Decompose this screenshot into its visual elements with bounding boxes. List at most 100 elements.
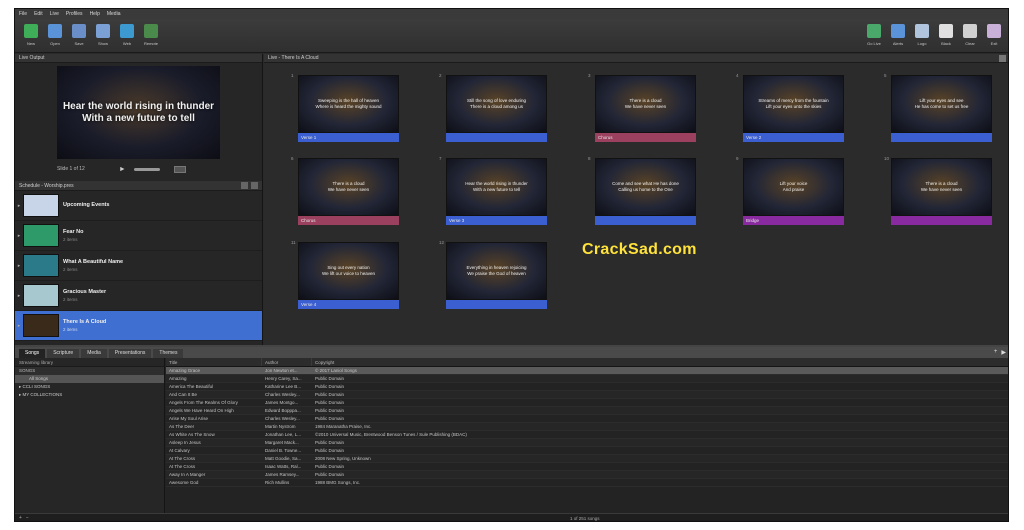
table-row[interactable]: And Can It Be Charles Wesley... Public Dom… [166, 391, 1008, 399]
slide-counter: Slide 1 of 12 [57, 166, 85, 172]
open-button[interactable]: Open [45, 22, 65, 50]
list-view-icon[interactable] [251, 182, 258, 189]
logo-button[interactable]: Logo [912, 22, 932, 50]
column-author[interactable]: Author [262, 358, 312, 366]
show-button[interactable]: Show [93, 22, 113, 50]
table-row[interactable]: America The Beautiful Katharine Lee B... P… [166, 383, 1008, 391]
tree-item-ccli[interactable]: ▸ CCLI SONGS [15, 383, 164, 391]
expand-icon[interactable]: ▸ [15, 203, 23, 209]
tree-item-all-songs[interactable]: All Songs [15, 375, 164, 383]
slide-thumbnail[interactable]: 3 There is a cloud We have never seen Chor… [588, 73, 696, 142]
table-row[interactable]: Awesome God Rich Mullins 1988 BMG Songs, I… [166, 479, 1008, 487]
tab-scripture[interactable]: Scripture [47, 349, 80, 358]
go-live-button[interactable]: Go Live [864, 22, 884, 50]
slide-thumbnail[interactable]: 4 Streams of mercy from the fountain Lift… [736, 73, 844, 142]
menu-edit[interactable]: Edit [34, 11, 43, 17]
schedule-item[interactable]: ▸ There Is A Cloud 2 items [15, 311, 262, 341]
library-panel: Songs Scripture Media Presentations Them… [15, 345, 1008, 521]
schedule-title: Schedule - Worship.pres [19, 183, 74, 189]
menu-help[interactable]: Help [90, 11, 100, 17]
menu-media[interactable]: Media [107, 11, 121, 17]
tree-item-label: MY COLLECTIONS [22, 392, 63, 397]
slide-thumbnail[interactable]: 11 Sing out every nation We lift our voic… [291, 240, 399, 309]
table-row[interactable]: At The Cross Matt Goodie, Sa... 2008 New S… [166, 455, 1008, 463]
slide-thumbnail[interactable]: 6 There is a cloud We have never seen Chor… [291, 156, 399, 225]
close-icon[interactable] [999, 55, 1006, 62]
library-search[interactable]: Streaming library [15, 358, 164, 367]
table-row[interactable]: Away In A Manger James Ramsey... Public Do… [166, 471, 1008, 479]
slide-thumbnail[interactable]: 9 Lift your voice And praise Bridge [736, 156, 844, 225]
song-copyright-cell: Public Domain [315, 416, 345, 421]
add-icon[interactable]: + [994, 349, 998, 356]
column-copyright[interactable]: Copyright [312, 358, 1008, 366]
alerts-button[interactable]: Alerts [888, 22, 908, 50]
slide-lyrics: Everything in heaven rejoicing We praise… [466, 265, 527, 276]
exit-button[interactable]: Exit [984, 22, 1004, 50]
grid-view-icon[interactable] [241, 182, 248, 189]
remote-icon [144, 24, 158, 38]
tab-presentations[interactable]: Presentations [108, 349, 152, 358]
expand-icon[interactable]: ▸ [15, 263, 23, 269]
web-button[interactable]: Web [117, 22, 137, 50]
volume-slider[interactable] [133, 167, 160, 171]
slide-thumbnail[interactable]: 2 Still the song of love enduring There i… [439, 73, 547, 142]
column-title[interactable]: Title [166, 358, 262, 366]
table-row[interactable]: As White As The Snow Jonathan Lee, L... ©2… [166, 431, 1008, 439]
toolbar-label: Go Live [867, 41, 881, 46]
song-copyright-cell: 1988 BMG Songs, Inc. [315, 480, 361, 485]
clear-button[interactable]: Clear [960, 22, 980, 50]
save-button[interactable]: Save [69, 22, 89, 50]
slide-thumbnail[interactable]: 10 There is a cloud We have never seen [884, 156, 992, 225]
slides-panel: Live - There Is A Cloud 1 Sweeping is the… [264, 54, 1008, 345]
slide-thumbnail[interactable]: 1 Sweeping is the hall of heaven Where is… [291, 73, 399, 142]
menu-file[interactable]: File [19, 11, 27, 17]
play-icon[interactable]: ▶ [1001, 349, 1006, 356]
table-row[interactable]: Amazing Henry Carey, Sa... Public Domain [166, 375, 1008, 383]
schedule-item[interactable]: ▸ What A Beautiful Name 2 items [15, 251, 262, 281]
toolbar-label: Remote [143, 41, 158, 46]
open-folder-icon [48, 24, 62, 38]
table-row[interactable]: Asleep In Jesus Margaret Mack... Public Do… [166, 439, 1008, 447]
table-row[interactable]: At The Cross Isaac Watts, Ral... Public Do… [166, 463, 1008, 471]
menu-live[interactable]: Live [50, 11, 59, 17]
menu-profiles[interactable]: Profiles [66, 11, 83, 17]
songs-table: Title Author Copyright Amazing Grace Jon … [166, 358, 1008, 513]
table-row[interactable]: At Calvary Daniel B. Towne... Public Domai… [166, 447, 1008, 455]
schedule-item-title: What A Beautiful Name [63, 259, 124, 265]
slide-thumbnail[interactable]: 5 Lift your eyes and see He has come to s… [884, 73, 992, 142]
expand-icon[interactable]: ▸ [15, 233, 23, 239]
stop-button[interactable] [173, 165, 186, 173]
alerts-icon [891, 24, 905, 38]
table-row[interactable]: Arise My Soul Arise Charles Wesley... Publ… [166, 415, 1008, 423]
table-row[interactable]: Amazing Grace Jon Newton et... © 2017 Lani… [166, 367, 1008, 375]
slide-thumbnail[interactable]: 7 Hear the world rising in thunder With a… [439, 156, 547, 225]
live-preview[interactable]: Hear the world rising in thunder With a … [57, 66, 220, 159]
new-button[interactable]: New [21, 22, 41, 50]
volume-icon[interactable]: ► [119, 166, 126, 173]
save-icon [72, 24, 86, 38]
song-copyright-cell: ©2010 Universal Music, Brentwood Benson … [315, 432, 467, 437]
live-output-header: Live Output [15, 54, 262, 63]
schedule-item[interactable]: ▸ Upcoming Events [15, 191, 262, 221]
slide-thumbnail[interactable]: 12 Everything in heaven rejoicing We prai… [439, 240, 547, 309]
schedule-item[interactable]: ▸ Gracious Master 2 items [15, 281, 262, 311]
tab-media[interactable]: Media [81, 349, 107, 358]
add-song-icon[interactable]: + [19, 515, 22, 521]
remove-song-icon[interactable]: − [26, 515, 29, 521]
expand-icon[interactable]: ▸ [15, 323, 23, 329]
library-tree: Streaming library SONGS All Songs ▸ CCLI… [15, 358, 165, 513]
song-copyright-cell: Public Domain [315, 472, 345, 477]
slide-thumbnail[interactable]: 8 Come and see what He has done Calling u… [588, 156, 696, 225]
table-row[interactable]: As The Deer Martin Nystrom 1984 Maranatha … [166, 423, 1008, 431]
table-row[interactable]: Angels From The Realms Of Glory James Mon… [166, 399, 1008, 407]
remote-button[interactable]: Remote [141, 22, 161, 50]
expand-icon[interactable]: ▸ [15, 293, 23, 299]
table-row[interactable]: Angels We Have Heard On High Edward Boppp… [166, 407, 1008, 415]
song-copyright-cell: Public Domain [315, 376, 345, 381]
logo-icon [915, 24, 929, 38]
black-button[interactable]: Black [936, 22, 956, 50]
tab-themes[interactable]: Themes [153, 349, 184, 358]
tree-item-collections[interactable]: ▸ MY COLLECTIONS [15, 391, 164, 399]
tab-songs[interactable]: Songs [19, 349, 46, 358]
schedule-item[interactable]: ▸ Fear No 2 items [15, 221, 262, 251]
